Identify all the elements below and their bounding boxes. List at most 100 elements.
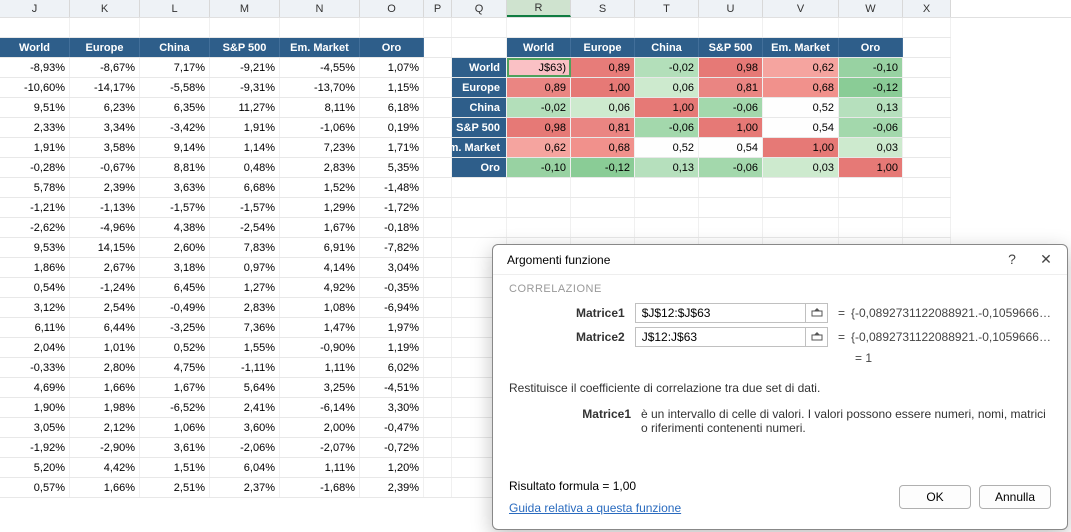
- data-cell[interactable]: 1,14%: [210, 138, 280, 157]
- empty-cell[interactable]: [903, 218, 951, 237]
- empty-cell[interactable]: [507, 218, 571, 237]
- data-cell[interactable]: -1,57%: [140, 198, 210, 217]
- data-cell[interactable]: 1,91%: [210, 118, 280, 137]
- empty-cell[interactable]: [424, 358, 452, 377]
- empty-cell[interactable]: [839, 18, 903, 37]
- corr-cell-4-0[interactable]: 0,62: [507, 138, 571, 157]
- empty-cell[interactable]: [903, 18, 951, 37]
- data-cell[interactable]: 2,39%: [70, 178, 140, 197]
- col-S[interactable]: S: [571, 0, 635, 17]
- empty-cell[interactable]: [571, 218, 635, 237]
- dialog-titlebar[interactable]: Argomenti funzione ? ✕: [493, 245, 1067, 275]
- empty-cell[interactable]: [699, 178, 763, 197]
- data-cell[interactable]: 8,11%: [280, 98, 360, 117]
- data-cell[interactable]: 4,38%: [140, 218, 210, 237]
- data-cell[interactable]: -0,33%: [0, 358, 70, 377]
- empty-cell[interactable]: [424, 398, 452, 417]
- col-P[interactable]: P: [424, 0, 452, 17]
- data-cell[interactable]: 1,66%: [70, 378, 140, 397]
- corr-cell-1-4[interactable]: 0,68: [763, 78, 839, 97]
- empty-cell[interactable]: [635, 198, 699, 217]
- corr-cell-5-2[interactable]: 0,13: [635, 158, 699, 177]
- empty-cell[interactable]: [424, 318, 452, 337]
- data-cell[interactable]: -1,24%: [70, 278, 140, 297]
- corr-cell-4-3[interactable]: 0,54: [699, 138, 763, 157]
- corr-cell-1-2[interactable]: 0,06: [635, 78, 699, 97]
- empty-cell[interactable]: [452, 198, 507, 217]
- empty-cell[interactable]: [903, 158, 951, 177]
- empty-cell[interactable]: [424, 38, 452, 57]
- col-J[interactable]: J: [0, 0, 70, 17]
- empty-cell[interactable]: [763, 198, 839, 217]
- data-cell[interactable]: 1,20%: [360, 458, 424, 477]
- data-cell[interactable]: 1,86%: [0, 258, 70, 277]
- corr-cell-3-5[interactable]: -0,06: [839, 118, 903, 137]
- data-cell[interactable]: -1,48%: [360, 178, 424, 197]
- data-cell[interactable]: -6,94%: [360, 298, 424, 317]
- data-cell[interactable]: -4,51%: [360, 378, 424, 397]
- data-cell[interactable]: 3,30%: [360, 398, 424, 417]
- data-cell[interactable]: -9,21%: [210, 58, 280, 77]
- corr-cell-0-3[interactable]: 0,98: [699, 58, 763, 77]
- data-cell[interactable]: -1,06%: [280, 118, 360, 137]
- corr-cell-5-0[interactable]: -0,10: [507, 158, 571, 177]
- data-cell[interactable]: 3,18%: [140, 258, 210, 277]
- empty-cell[interactable]: [424, 58, 452, 77]
- data-cell[interactable]: 1,67%: [140, 378, 210, 397]
- data-cell[interactable]: 1,11%: [280, 358, 360, 377]
- corr-cell-4-5[interactable]: 0,03: [839, 138, 903, 157]
- corr-cell-5-3[interactable]: -0,06: [699, 158, 763, 177]
- corr-cell-4-2[interactable]: 0,52: [635, 138, 699, 157]
- corr-cell-5-4[interactable]: 0,03: [763, 158, 839, 177]
- col-X[interactable]: X: [903, 0, 951, 17]
- empty-cell[interactable]: [903, 38, 951, 57]
- corr-cell-1-3[interactable]: 0,81: [699, 78, 763, 97]
- data-cell[interactable]: -7,82%: [360, 238, 424, 257]
- empty-cell[interactable]: [424, 458, 452, 477]
- empty-cell[interactable]: [210, 18, 280, 37]
- data-cell[interactable]: -14,17%: [70, 78, 140, 97]
- data-cell[interactable]: 1,19%: [360, 338, 424, 357]
- data-cell[interactable]: 6,11%: [0, 318, 70, 337]
- data-cell[interactable]: -4,96%: [70, 218, 140, 237]
- data-cell[interactable]: -8,93%: [0, 58, 70, 77]
- col-W[interactable]: W: [839, 0, 903, 17]
- empty-cell[interactable]: [452, 18, 507, 37]
- data-cell[interactable]: 0,97%: [210, 258, 280, 277]
- data-cell[interactable]: 2,54%: [70, 298, 140, 317]
- data-cell[interactable]: -9,31%: [210, 78, 280, 97]
- data-cell[interactable]: 1,52%: [280, 178, 360, 197]
- data-cell[interactable]: 5,64%: [210, 378, 280, 397]
- data-cell[interactable]: 2,60%: [140, 238, 210, 257]
- corr-cell-1-1[interactable]: 1,00: [571, 78, 635, 97]
- corr-cell-1-5[interactable]: -0,12: [839, 78, 903, 97]
- data-cell[interactable]: 1,71%: [360, 138, 424, 157]
- empty-cell[interactable]: [140, 18, 210, 37]
- data-cell[interactable]: 3,61%: [140, 438, 210, 457]
- close-icon[interactable]: ✕: [1035, 251, 1057, 268]
- empty-cell[interactable]: [452, 38, 507, 57]
- data-cell[interactable]: 0,54%: [0, 278, 70, 297]
- data-cell[interactable]: 1,51%: [140, 458, 210, 477]
- col-Q[interactable]: Q: [452, 0, 507, 17]
- data-cell[interactable]: -3,42%: [140, 118, 210, 137]
- data-cell[interactable]: 2,51%: [140, 478, 210, 497]
- range-picker-icon[interactable]: [805, 303, 828, 323]
- data-cell[interactable]: -1,72%: [360, 198, 424, 217]
- data-cell[interactable]: 1,08%: [280, 298, 360, 317]
- data-cell[interactable]: 2,00%: [280, 418, 360, 437]
- corr-cell-2-5[interactable]: 0,13: [839, 98, 903, 117]
- empty-cell[interactable]: [424, 218, 452, 237]
- data-cell[interactable]: 3,05%: [0, 418, 70, 437]
- empty-cell[interactable]: [763, 218, 839, 237]
- empty-cell[interactable]: [699, 218, 763, 237]
- corr-cell-4-4[interactable]: 1,00: [763, 138, 839, 157]
- data-cell[interactable]: 0,19%: [360, 118, 424, 137]
- help-icon[interactable]: ?: [1001, 251, 1023, 268]
- data-cell[interactable]: -3,25%: [140, 318, 210, 337]
- empty-cell[interactable]: [424, 298, 452, 317]
- col-V[interactable]: V: [763, 0, 839, 17]
- corr-cell-2-1[interactable]: 0,06: [571, 98, 635, 117]
- col-U[interactable]: U: [699, 0, 763, 17]
- empty-cell[interactable]: [903, 118, 951, 137]
